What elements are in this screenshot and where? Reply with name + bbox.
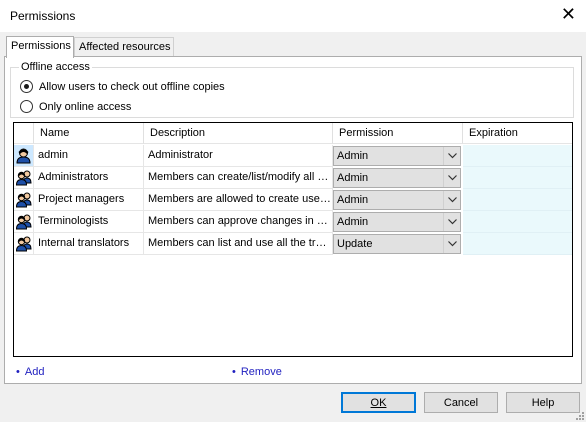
help-button[interactable]: Help bbox=[506, 392, 580, 413]
bullet-icon: • bbox=[16, 366, 20, 378]
table-row[interactable]: Internal translators Members can list an… bbox=[14, 233, 572, 255]
window-title: Permissions bbox=[10, 9, 76, 23]
offline-access-legend: Offline access bbox=[19, 61, 92, 73]
row-description: Members are allowed to create user... bbox=[144, 189, 333, 211]
chevron-down-icon[interactable] bbox=[443, 169, 460, 187]
tab-affected-resources[interactable]: Affected resources bbox=[74, 37, 174, 57]
table-row[interactable]: Project managers Members are allowed to … bbox=[14, 189, 572, 211]
online-only-radio[interactable] bbox=[20, 100, 33, 113]
help-button-label: Help bbox=[531, 397, 555, 409]
permission-dropdown[interactable]: Admin bbox=[333, 212, 461, 232]
permissions-grid[interactable]: Name Description Permission Expiration a… bbox=[13, 122, 573, 357]
table-row[interactable]: Terminologists Members can approve chang… bbox=[14, 211, 572, 233]
permission-value: Admin bbox=[337, 150, 369, 162]
icon-column-header bbox=[14, 123, 34, 144]
ok-button[interactable]: OK bbox=[341, 392, 416, 413]
permission-dropdown[interactable]: Admin bbox=[333, 190, 461, 210]
online-only-option[interactable]: Only online access bbox=[20, 100, 131, 113]
allow-offline-label: Allow users to check out offline copies bbox=[39, 80, 225, 93]
table-row[interactable]: Administrators Members can create/list/m… bbox=[14, 167, 572, 189]
name-column-header[interactable]: Name bbox=[34, 123, 144, 144]
permission-column-header[interactable]: Permission bbox=[333, 123, 463, 144]
tab-affected-resources-label: Affected resources bbox=[79, 41, 171, 53]
expiration-cell[interactable] bbox=[463, 167, 572, 189]
expiration-cell[interactable] bbox=[463, 211, 572, 233]
close-icon[interactable]: ✕ bbox=[561, 4, 576, 24]
resize-grip-icon[interactable] bbox=[575, 411, 585, 421]
tab-permissions[interactable]: Permissions bbox=[6, 36, 74, 58]
expiration-column-header[interactable]: Expiration bbox=[463, 123, 572, 144]
row-description: Members can create/list/modify all e... bbox=[144, 167, 333, 189]
row-name: admin bbox=[34, 145, 144, 167]
permission-dropdown[interactable]: Admin bbox=[333, 168, 461, 188]
chevron-down-icon[interactable] bbox=[443, 191, 460, 209]
expiration-cell[interactable] bbox=[463, 189, 572, 211]
permission-value: Admin bbox=[337, 172, 369, 184]
online-only-label: Only online access bbox=[39, 100, 132, 113]
bullet-icon: • bbox=[232, 366, 236, 378]
row-name: Internal translators bbox=[34, 233, 144, 255]
row-name: Project managers bbox=[34, 189, 144, 211]
user-icon bbox=[14, 145, 34, 167]
row-name: Administrators bbox=[34, 167, 144, 189]
allow-offline-option[interactable]: Allow users to check out offline copies bbox=[20, 80, 225, 93]
tab-permissions-label: Permissions bbox=[11, 40, 71, 52]
expiration-cell[interactable] bbox=[463, 145, 572, 167]
row-description: Members can list and use all the tran... bbox=[144, 233, 333, 255]
permission-value: Admin bbox=[337, 194, 369, 206]
cancel-button-label: Cancel bbox=[443, 397, 479, 409]
table-row[interactable]: admin Administrator Admin bbox=[14, 145, 572, 167]
allow-offline-radio[interactable] bbox=[20, 80, 33, 93]
permission-dropdown[interactable]: Admin bbox=[333, 146, 461, 166]
chevron-down-icon[interactable] bbox=[443, 213, 460, 231]
expiration-cell[interactable] bbox=[463, 233, 572, 255]
remove-link-label: Remove bbox=[240, 366, 282, 378]
group-icon bbox=[14, 211, 34, 233]
row-name: Terminologists bbox=[34, 211, 144, 233]
cancel-button[interactable]: Cancel bbox=[424, 392, 498, 413]
ok-button-label: OK bbox=[370, 397, 387, 409]
permission-dropdown[interactable]: Update bbox=[333, 234, 461, 254]
title-bar: Permissions ✕ bbox=[0, 0, 586, 32]
permission-value: Admin bbox=[337, 216, 369, 228]
add-link[interactable]: • Add bbox=[16, 366, 44, 378]
group-icon bbox=[14, 233, 34, 255]
chevron-down-icon[interactable] bbox=[443, 235, 460, 253]
permission-value: Update bbox=[337, 238, 373, 250]
chevron-down-icon[interactable] bbox=[443, 147, 460, 165]
row-description: Administrator bbox=[144, 145, 333, 167]
group-icon bbox=[14, 189, 34, 211]
remove-link[interactable]: • Remove bbox=[232, 366, 282, 378]
group-icon bbox=[14, 167, 34, 189]
description-column-header[interactable]: Description bbox=[144, 123, 333, 144]
add-link-label: Add bbox=[24, 366, 45, 378]
row-description: Members can approve changes in m... bbox=[144, 211, 333, 233]
